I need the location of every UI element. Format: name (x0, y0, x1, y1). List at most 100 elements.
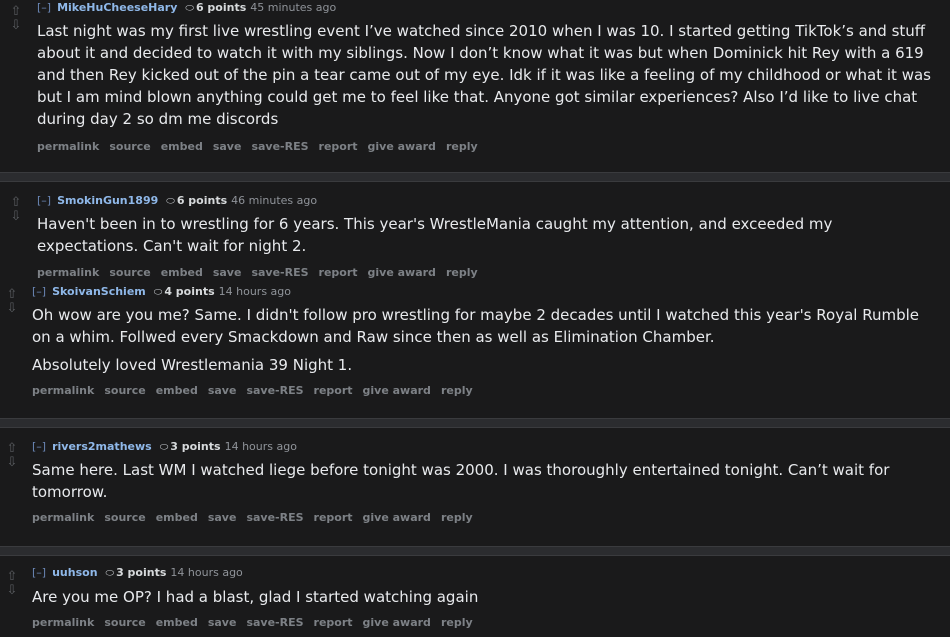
report-link[interactable]: report (314, 511, 353, 524)
source-link[interactable]: source (104, 384, 145, 397)
collapse-toggle[interactable]: [–] (37, 194, 51, 207)
score: 4 points (164, 285, 215, 298)
vote-arrows: ⇧ ⇩ (4, 570, 26, 598)
collapse-toggle[interactable]: [–] (32, 440, 46, 453)
tag-icon[interactable]: ⬭ (185, 3, 194, 14)
collapse-toggle[interactable]: [–] (32, 566, 46, 579)
report-link[interactable]: report (314, 384, 353, 397)
give-award-link[interactable]: give award (363, 511, 431, 524)
timestamp: 46 minutes ago (231, 194, 318, 207)
comment-actions: permalink source embed save save-RES report gi… (37, 266, 488, 279)
save-link[interactable]: save (213, 140, 242, 153)
downvote-arrow-icon[interactable]: ⇩ (4, 456, 20, 470)
give-award-link[interactable]: give award (363, 616, 431, 629)
downvote-arrow-icon[interactable]: ⇩ (4, 584, 20, 598)
embed-link[interactable]: embed (161, 266, 203, 279)
comment: ⇧ ⇩ [–] uuhson ⬭ 3 points 14 hours ago Are y… (0, 562, 950, 637)
tag-icon[interactable]: ⬭ (154, 287, 163, 298)
comment-separator (0, 546, 950, 556)
source-link[interactable]: source (104, 511, 145, 524)
comment-body: Haven't been in to wrestling for 6 years… (37, 215, 838, 255)
upvote-arrow-icon[interactable]: ⇧ (4, 288, 20, 302)
reply-link[interactable]: reply (446, 266, 478, 279)
save-res-link[interactable]: save-RES (251, 140, 308, 153)
save-link[interactable]: save (208, 384, 237, 397)
tag-icon[interactable]: ⬭ (160, 442, 169, 453)
embed-link[interactable]: embed (156, 616, 198, 629)
report-link[interactable]: report (314, 616, 353, 629)
save-link[interactable]: save (213, 266, 242, 279)
downvote-arrow-icon[interactable]: ⇩ (4, 302, 20, 316)
report-link[interactable]: report (319, 140, 358, 153)
timestamp: 14 hours ago (218, 285, 292, 298)
timestamp: 14 hours ago (224, 440, 297, 453)
downvote-arrow-icon[interactable]: ⇩ (8, 210, 24, 224)
comment: ⇧ ⇩ [–] SmokinGun1899 ⬭ 6 points 46 minutes … (0, 188, 950, 280)
author-link[interactable]: MikeHuCheeseHary (57, 1, 177, 14)
comment-separator (0, 418, 950, 428)
downvote-arrow-icon[interactable]: ⇩ (8, 19, 24, 33)
score: 3 points (170, 440, 221, 453)
author-link[interactable]: SmokinGun1899 (57, 194, 158, 207)
save-link[interactable]: save (208, 616, 237, 629)
collapse-toggle[interactable]: [–] (37, 1, 51, 14)
save-res-link[interactable]: save-RES (246, 511, 303, 524)
author-link[interactable]: uuhson (52, 566, 97, 579)
tag-icon[interactable]: ⬭ (106, 568, 115, 579)
comment-tagline: [–] SmokinGun1899 ⬭ 6 points 46 minutes ago (37, 194, 317, 207)
reply-link[interactable]: reply (446, 140, 478, 153)
upvote-arrow-icon[interactable]: ⇧ (4, 570, 20, 584)
comment: ⇧ ⇩ [–] rivers2mathews ⬭ 3 points 14 hours a… (0, 434, 950, 534)
embed-link[interactable]: embed (161, 140, 203, 153)
collapse-toggle[interactable]: [–] (32, 285, 46, 298)
upvote-arrow-icon[interactable]: ⇧ (4, 442, 20, 456)
report-link[interactable]: report (319, 266, 358, 279)
embed-link[interactable]: embed (156, 511, 198, 524)
source-link[interactable]: source (109, 140, 150, 153)
permalink-link[interactable]: permalink (37, 266, 99, 279)
score: 6 points (195, 1, 247, 14)
score: 6 points (176, 194, 228, 207)
embed-link[interactable]: embed (156, 384, 198, 397)
upvote-arrow-icon[interactable]: ⇧ (8, 5, 24, 19)
source-link[interactable]: source (104, 616, 145, 629)
comment-body-paragraph: Absolutely loved Wrestlemania 39 Night 1… (32, 356, 353, 374)
give-award-link[interactable]: give award (363, 384, 431, 397)
comment-separator (0, 172, 950, 182)
permalink-link[interactable]: permalink (32, 616, 94, 629)
score: 3 points (116, 566, 167, 579)
comment-actions: permalink source embed save save-RES report gi… (32, 384, 483, 397)
comment-actions: permalink source embed save save-RES report gi… (32, 511, 483, 524)
permalink-link[interactable]: permalink (37, 140, 99, 153)
tag-icon[interactable]: ⬭ (166, 196, 175, 207)
vote-arrows: ⇧ ⇩ (4, 442, 26, 470)
save-res-link[interactable]: save-RES (251, 266, 308, 279)
save-res-link[interactable]: save-RES (246, 384, 303, 397)
save-res-link[interactable]: save-RES (246, 616, 303, 629)
reply-link[interactable]: reply (441, 511, 473, 524)
comment: ⇧ ⇩ [–] SkoivanSchiem ⬭ 4 points 14 hours ag… (0, 282, 950, 412)
timestamp: 45 minutes ago (250, 1, 337, 14)
upvote-arrow-icon[interactable]: ⇧ (8, 196, 24, 210)
permalink-link[interactable]: permalink (32, 384, 94, 397)
author-link[interactable]: SkoivanSchiem (52, 285, 146, 298)
save-link[interactable]: save (208, 511, 237, 524)
comment-actions: permalink source embed save save-RES report gi… (37, 140, 488, 153)
author-link[interactable]: rivers2mathews (52, 440, 152, 453)
comment-body: Same here. Last WM I watched liege befor… (32, 461, 895, 501)
timestamp: 14 hours ago (170, 566, 243, 579)
comment: ⇧ ⇩ [–] MikeHuCheeseHary ⬭ 6 points 45 minut… (0, 0, 950, 170)
comment-body: Are you me OP? I had a blast, glad I sta… (32, 588, 479, 606)
comment-tagline: [–] uuhson ⬭ 3 points 14 hours ago (32, 566, 243, 579)
reply-link[interactable]: reply (441, 616, 473, 629)
source-link[interactable]: source (109, 266, 150, 279)
comment-body: Oh wow are you me? Same. I didn't follow… (32, 306, 924, 346)
comment-actions: permalink source embed save save-RES report gi… (32, 616, 483, 629)
comment-body: Last night was my first live wrestling e… (37, 22, 936, 128)
comment-tagline: [–] MikeHuCheeseHary ⬭ 6 points 45 minutes a… (37, 1, 336, 14)
give-award-link[interactable]: give award (368, 266, 436, 279)
permalink-link[interactable]: permalink (32, 511, 94, 524)
reply-link[interactable]: reply (441, 384, 473, 397)
comment-tagline: [–] rivers2mathews ⬭ 3 points 14 hours ago (32, 440, 297, 453)
give-award-link[interactable]: give award (368, 140, 436, 153)
